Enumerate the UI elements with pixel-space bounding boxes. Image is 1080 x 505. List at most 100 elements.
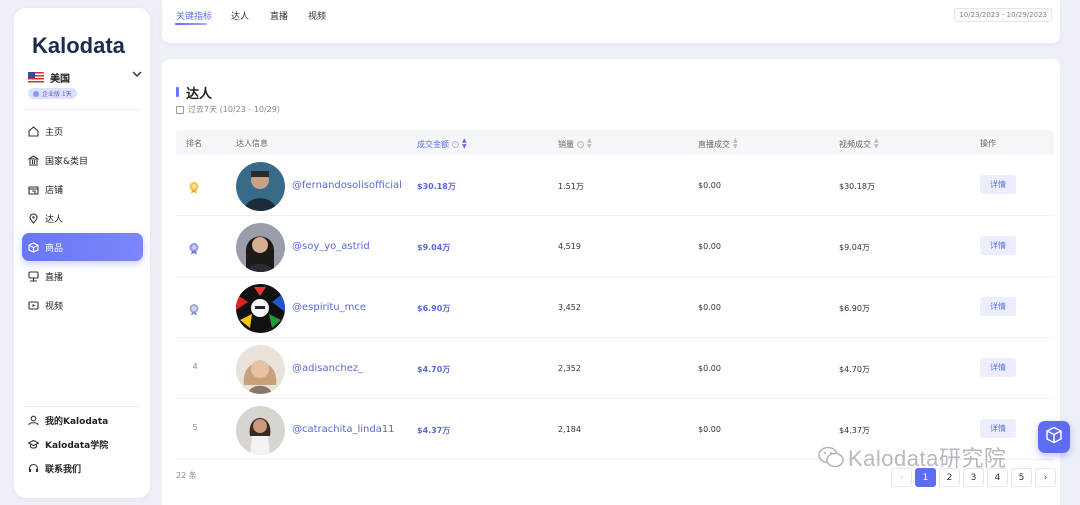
table-row: @fernandosolisofficial $30.18万 1.51万 $0.… <box>176 156 1054 216</box>
pagination-next-button[interactable]: › <box>1035 468 1056 487</box>
sales-value: 3,452 <box>558 303 581 312</box>
home-icon <box>28 125 39 137</box>
avatar[interactable] <box>236 406 285 455</box>
nav-item-store[interactable]: 店铺 <box>22 175 143 203</box>
col-sales[interactable]: 销量? ▲ ▼ <box>558 138 592 150</box>
sales-value: 1.51万 <box>558 182 584 191</box>
bottom-label: 我的Kalodata <box>45 417 109 427</box>
video-gmv-value: $6.90万 <box>839 304 870 313</box>
creator-handle[interactable]: @catrachita_linda11 <box>292 424 395 435</box>
col-gmv-label: 成交金额 <box>417 139 449 149</box>
col-gmv[interactable]: 成交金额? ▲ ▼ <box>417 138 467 150</box>
kalodata-academy-link[interactable]: Kalodata学院 <box>27 438 109 451</box>
nav-item-home[interactable]: 主页 <box>22 117 143 145</box>
tab-video[interactable]: 视频 <box>308 9 326 22</box>
bottom-label: Kalodata学院 <box>45 441 109 451</box>
nav-label: 商品 <box>45 243 64 254</box>
help-icon[interactable]: ? <box>452 140 459 148</box>
graduation-cap-icon <box>27 439 40 450</box>
floating-cube-button[interactable] <box>1038 421 1070 453</box>
region-selector[interactable]: 美国 <box>28 70 142 85</box>
col-live-gmv[interactable]: 直播成交 ▲ ▼ <box>698 138 738 150</box>
live-gmv-value: $0.00 <box>698 181 721 190</box>
people-icon <box>28 270 39 282</box>
details-button[interactable]: 详情 <box>980 175 1016 194</box>
chevron-down-icon[interactable] <box>132 70 142 81</box>
details-button[interactable]: 详情 <box>980 236 1016 255</box>
plan-label: 企业版 1天 <box>42 91 72 98</box>
pagination-page-5[interactable]: 5 <box>1011 468 1032 487</box>
sales-value: 4,519 <box>558 242 581 251</box>
tab-creators[interactable]: 达人 <box>231 9 249 22</box>
rank-number: 4 <box>192 362 198 371</box>
video-gmv-value: $30.18万 <box>839 182 875 191</box>
nav-item-country-category[interactable]: 国家&类目 <box>22 146 143 174</box>
kalodata-logo[interactable]: Kalodata <box>32 33 125 58</box>
gmv-value: $30.18万 <box>417 182 456 191</box>
table-row: 4 @adisanchez_ $4.70万 2,352 $0.00 $4.70万… <box>176 339 1054 399</box>
creator-handle[interactable]: @espiritu_mce <box>292 302 366 313</box>
col-video-label: 视频成交 <box>839 139 871 149</box>
nav-item-product[interactable]: 商品 <box>22 233 143 261</box>
wechat-icon <box>818 446 844 468</box>
avatar[interactable] <box>236 162 285 211</box>
details-button[interactable]: 详情 <box>980 358 1016 377</box>
col-rank: 排名 <box>186 138 202 149</box>
nav-item-live[interactable]: 直播 <box>22 262 143 290</box>
contact-us-link[interactable]: 联系我们 <box>28 462 81 475</box>
avatar[interactable] <box>236 345 285 394</box>
user-icon <box>28 415 39 426</box>
sort-icon[interactable]: ▲ ▼ <box>587 138 592 150</box>
col-action: 操作 <box>980 138 996 149</box>
total-count: 22 条 <box>176 471 197 480</box>
live-gmv-value: $0.00 <box>698 364 721 373</box>
nav-item-video[interactable]: 视频 <box>22 291 143 319</box>
sales-value: 2,352 <box>558 364 581 373</box>
sales-value: 2,184 <box>558 425 581 434</box>
details-button[interactable]: 详情 <box>980 297 1016 316</box>
avatar[interactable] <box>236 223 285 272</box>
sort-icon[interactable]: ▲ ▼ <box>733 138 738 150</box>
col-video-gmv[interactable]: 视频成交 ▲ ▼ <box>839 138 879 150</box>
date-range-picker[interactable]: 10/23/2023 - 10/29/2023 <box>954 8 1052 22</box>
creator-handle[interactable]: @adisanchez_ <box>292 363 363 374</box>
diamond-icon <box>33 90 39 97</box>
watermark: Kalodata研究院 <box>818 441 1006 473</box>
tab-live[interactable]: 直播 <box>270 9 288 22</box>
my-kalodata-link[interactable]: 我的Kalodata <box>28 414 108 427</box>
avatar[interactable] <box>236 284 285 333</box>
nav-label: 国家&类目 <box>45 156 89 167</box>
col-action-label: 操作 <box>980 139 996 148</box>
bank-icon <box>27 154 40 166</box>
nav-item-creator[interactable]: 达人 <box>22 204 143 232</box>
bronze-medal-icon <box>188 301 200 316</box>
gmv-value: $4.70万 <box>417 365 451 374</box>
sort-icon[interactable]: ▲ ▼ <box>874 138 879 150</box>
bottom-label: 联系我们 <box>45 465 82 475</box>
table-header: 排名 达人信息 成交金额? ▲ ▼ 销量? ▲ ▼ 直播成交 ▲ ▼ 视频成交 ▲ ▼ 操作 <box>176 130 1054 155</box>
creator-handle[interactable]: @fernandosolisofficial <box>292 180 402 191</box>
plan-badge: 企业版 1天 <box>28 88 77 99</box>
col-live-label: 直播成交 <box>698 139 730 149</box>
live-gmv-value: $0.00 <box>698 242 721 251</box>
rank-number: 5 <box>192 423 198 432</box>
us-flag-icon <box>28 72 44 83</box>
video-gmv-value: $4.37万 <box>839 426 870 435</box>
headset-icon <box>28 463 39 474</box>
creator-ranking-panel: 达人 过去7天 (10/23 - 10/29) 排名 达人信息 成交金额? ▲ ▼ … <box>162 59 1060 505</box>
top-tab-bar: 关键指标 达人 直播 视频 10/23/2023 - 10/29/2023 <box>162 0 1060 43</box>
period-text: 过去7天 (10/23 - 10/29) <box>188 105 280 114</box>
gold-medal-icon <box>188 179 200 194</box>
help-icon[interactable]: ? <box>577 140 584 148</box>
nav-label: 视频 <box>45 301 64 312</box>
nav-label: 直播 <box>45 272 64 283</box>
sort-icon[interactable]: ▲ ▼ <box>462 138 467 150</box>
watermark-text: Kalodata研究院 <box>848 446 1007 471</box>
details-button[interactable]: 详情 <box>980 419 1016 438</box>
creator-handle[interactable]: @soy_yo_astrid <box>292 241 370 252</box>
period-label: 过去7天 (10/23 - 10/29) <box>176 104 280 115</box>
table-row: @espiritu_mce $6.90万 3,452 $0.00 $6.90万 … <box>176 278 1054 338</box>
sidebar: Kalodata 美国 企业版 1天 主页 国家&类目 店铺 达人 商品 直播 … <box>14 8 150 498</box>
nav-label: 达人 <box>45 214 64 225</box>
tab-key-metrics[interactable]: 关键指标 <box>176 9 212 22</box>
